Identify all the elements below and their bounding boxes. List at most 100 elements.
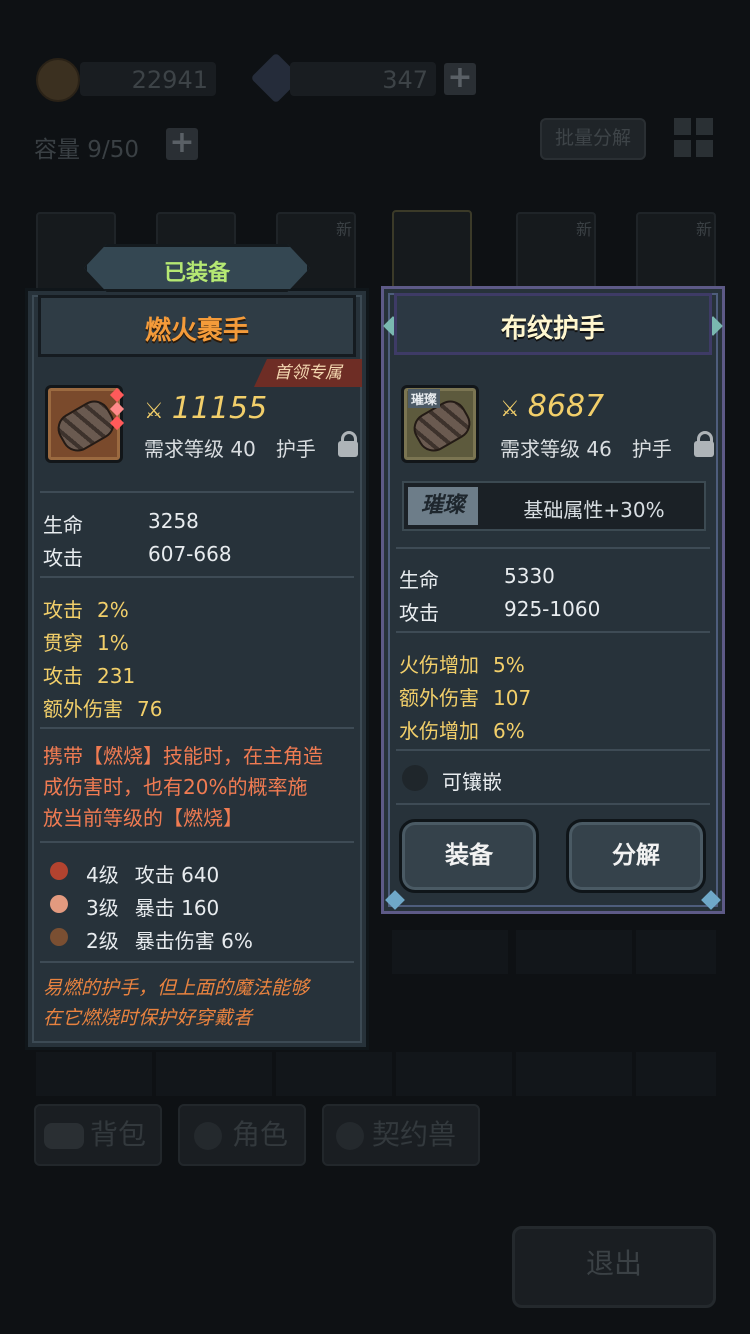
bonus-stat: 贯穿 1% xyxy=(43,631,129,655)
divider xyxy=(396,547,710,549)
equipped-requirement: 需求等级 40 护手 xyxy=(144,433,316,462)
pink-gem-icon xyxy=(50,895,68,913)
equipped-score-value: 11155 xyxy=(171,391,268,426)
brilliant-bonus-bar: 璀璨 基础属性+30% xyxy=(402,481,706,531)
gem-row: 4级 攻击 640 xyxy=(86,863,220,887)
paw-icon xyxy=(336,1122,364,1150)
divider xyxy=(40,576,354,578)
exit-button[interactable]: 退出 xyxy=(512,1226,716,1308)
add-gem-button[interactable]: + xyxy=(444,63,476,95)
bracer-icon xyxy=(51,394,121,458)
power-sword-icon: ⚔ xyxy=(144,399,164,424)
new-badge: 新 xyxy=(576,220,593,239)
bonus-stat: 攻击 2% xyxy=(43,598,129,622)
stat-label: 生命 xyxy=(43,513,83,537)
capacity-label: 容量 9/50 xyxy=(34,137,139,163)
bonus-stat: 攻击 231 xyxy=(43,664,136,688)
corner-ornament xyxy=(701,890,721,910)
grid-view-icon[interactable] xyxy=(674,118,714,158)
gem-value: 347 xyxy=(382,66,428,94)
equipped-title-bar: 燃火裹手 xyxy=(38,295,356,357)
equipped-item-name: 燃火裹手 xyxy=(144,316,249,346)
brilliant-tag: 璀璨 xyxy=(408,487,478,525)
inventory-empty-cell xyxy=(636,1052,716,1096)
gold-coin-icon xyxy=(36,58,80,102)
tab-pet-label: 契约兽 xyxy=(372,1118,457,1151)
stat-value: 607-668 xyxy=(148,542,232,566)
bonus-stat: 水伤增加 6% xyxy=(399,719,525,743)
divider xyxy=(40,491,354,493)
compare-score-value: 8687 xyxy=(527,389,605,424)
bonus-stat: 火伤增加 5% xyxy=(399,653,525,677)
inventory-empty-cell xyxy=(36,1052,152,1096)
compare-item-panel: 布纹护手 璀璨 ⚔ 8687 需求等级 46 护手 璀璨 基础属性+30% 生命 5… xyxy=(381,286,725,914)
inventory-empty-cell xyxy=(636,930,716,974)
stat-label: 攻击 xyxy=(43,546,83,570)
divider xyxy=(396,803,710,805)
character-icon xyxy=(194,1122,222,1150)
compare-requirement: 需求等级 46 护手 xyxy=(500,433,672,462)
equip-button[interactable]: 装备 xyxy=(399,819,539,893)
inventory-empty-cell xyxy=(392,930,508,974)
boss-exclusive-tag: 首领专属 xyxy=(254,359,362,387)
compare-slot-type: 护手 xyxy=(631,437,672,461)
brilliant-bonus-text: 基础属性+30% xyxy=(523,498,665,522)
brown-gem-icon xyxy=(50,928,68,946)
backpack-icon xyxy=(44,1123,84,1149)
equipped-score: ⚔ 11155 xyxy=(144,391,267,426)
bonus-stat: 额外伤害 107 xyxy=(399,686,532,710)
lock-icon[interactable] xyxy=(694,431,714,457)
inventory-empty-cell xyxy=(516,1052,632,1096)
equipped-item-icon xyxy=(45,385,125,463)
new-badge: 新 xyxy=(336,220,353,239)
bonus-stat: 额外伤害 76 xyxy=(43,697,163,721)
divider xyxy=(40,841,354,843)
gem-row: 3级 暴击 160 xyxy=(86,896,220,920)
divider xyxy=(396,631,710,633)
compare-req-level: 需求等级 46 xyxy=(500,437,612,461)
compare-title-bar: 布纹护手 xyxy=(394,293,712,355)
empty-socket-icon xyxy=(402,765,428,791)
stat-value: 925-1060 xyxy=(504,597,601,621)
stat-value: 3258 xyxy=(148,509,199,533)
divider xyxy=(40,727,354,729)
inventory-empty-cell xyxy=(396,1052,512,1096)
equipped-tab-banner: 已装备 xyxy=(84,244,310,292)
flavor-text: 易燃的护手，但上面的魔法能够 在它燃烧时保护好穿戴者 xyxy=(43,977,310,1029)
corner-ornament xyxy=(385,890,405,910)
power-sword-icon: ⚔ xyxy=(500,397,520,422)
lock-icon[interactable] xyxy=(338,431,358,457)
inventory-slot-selected[interactable] xyxy=(392,210,472,290)
tab-character-label: 角色 xyxy=(232,1118,289,1151)
gem-row: 2级 暴击伤害 6% xyxy=(86,929,253,953)
tab-pet[interactable]: 契约兽 xyxy=(322,1104,480,1166)
compare-item-name: 布纹护手 xyxy=(500,314,605,344)
socket-label: 可镶嵌 xyxy=(442,770,502,794)
stat-label: 生命 xyxy=(399,568,439,592)
gem-slot-icon xyxy=(109,387,125,403)
add-capacity-button[interactable]: + xyxy=(166,128,198,160)
equipped-item-panel: 燃火裹手 首领专属 ⚔ 11155 需求等级 40 护手 生命 3258 攻击 60… xyxy=(25,288,369,1050)
brilliant-icon-tag: 璀璨 xyxy=(408,389,441,408)
stat-label: 攻击 xyxy=(399,601,439,625)
inventory-empty-cell xyxy=(516,930,632,974)
tab-backpack[interactable]: 背包 xyxy=(34,1104,162,1166)
tab-backpack-label: 背包 xyxy=(90,1118,147,1151)
new-badge: 新 xyxy=(696,220,713,239)
compare-item-icon: 璀璨 xyxy=(401,385,479,463)
red-gem-icon xyxy=(50,862,68,880)
skill-description: 携带【燃烧】技能时，在主角造 成伤害时，也有20%的概率施 放当前等级的【燃烧】 xyxy=(43,744,323,830)
equipped-req-level: 需求等级 40 xyxy=(144,437,256,461)
divider xyxy=(396,749,710,751)
gold-value: 22941 xyxy=(131,66,208,94)
compare-score: ⚔ 8687 xyxy=(500,389,604,424)
divider xyxy=(40,961,354,963)
decompose-button[interactable]: 分解 xyxy=(566,819,706,893)
batch-decompose-button[interactable]: 批量分解 xyxy=(540,118,646,160)
equipped-slot-type: 护手 xyxy=(275,437,316,461)
stat-value: 5330 xyxy=(504,564,555,588)
tab-character[interactable]: 角色 xyxy=(178,1104,306,1166)
gem-slot-icon xyxy=(109,401,125,417)
inventory-empty-cell xyxy=(276,1052,392,1096)
inventory-empty-cell xyxy=(156,1052,272,1096)
